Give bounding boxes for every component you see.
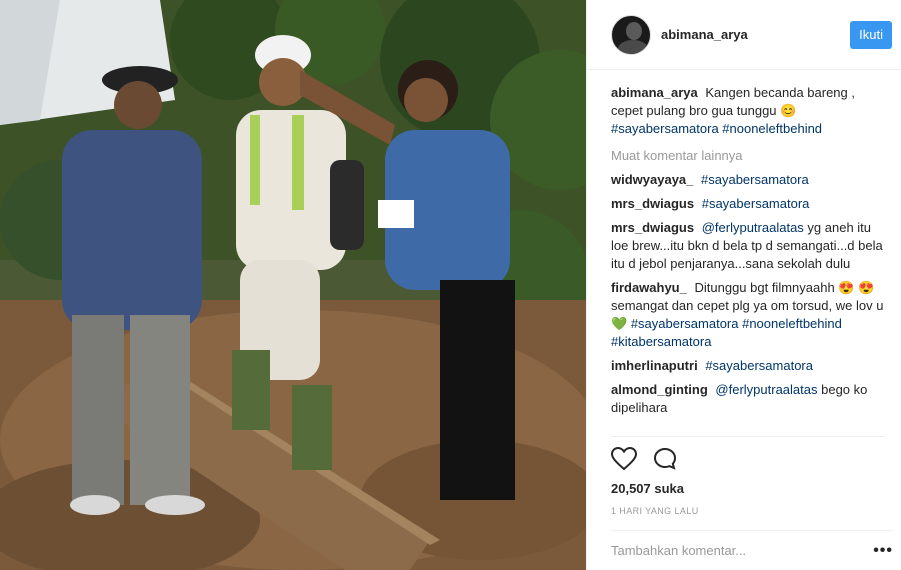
post-sidebar: abimana_arya Ikuti abimana_arya Kangen b…	[586, 0, 901, 570]
comment-hashtags[interactable]: #sayabersamatora	[702, 196, 810, 211]
follow-button[interactable]: Ikuti	[850, 20, 892, 49]
photo-illustration	[0, 0, 586, 570]
comment-item: widwyayaya_ #sayabersamatora	[611, 171, 887, 189]
comment-item: almond_ginting @ferlyputraalatas bego ko…	[611, 381, 887, 417]
comment-hashtags[interactable]: #sayabersamatora	[701, 172, 809, 187]
heart-icon[interactable]	[610, 446, 638, 476]
post-photo[interactable]	[0, 0, 586, 570]
comment-item: imherlinaputri #sayabersamatora	[611, 357, 887, 375]
comment-mention[interactable]: @ferlyputraalatas	[702, 220, 804, 235]
comment-username[interactable]: widwyayaya_	[611, 172, 693, 187]
comment-username[interactable]: mrs_dwiagus	[611, 196, 694, 211]
load-more-comments-link[interactable]: Muat komentar lainnya	[611, 148, 887, 163]
comment-username[interactable]: imherlinaputri	[611, 358, 698, 373]
comment-mention[interactable]: @ferlyputraalatas	[715, 382, 817, 397]
add-comment-input[interactable]: Tambahkan komentar...	[611, 543, 746, 558]
post-timestamp[interactable]: 1 HARI YANG LALU	[611, 506, 699, 516]
avatar[interactable]	[611, 14, 651, 55]
caption: abimana_arya Kangen becanda bareng , cep…	[611, 84, 887, 138]
comment-item: firdawahyu_ Ditunggu bgt filmnyaahh 😍 😍 …	[611, 279, 887, 351]
username-link[interactable]: abimana_arya	[661, 27, 748, 42]
comment-item: mrs_dwiagus @ferlyputraalatas yg aneh it…	[611, 219, 887, 273]
comments-section: abimana_arya Kangen becanda bareng , cep…	[587, 70, 887, 417]
comment-hashtags[interactable]: #sayabersamatora	[705, 358, 813, 373]
comment-username[interactable]: almond_ginting	[611, 382, 708, 397]
comment-hashtags[interactable]: #sayabersamatora #nooneleftbehind #kitab…	[611, 316, 842, 349]
post-actions	[610, 436, 885, 476]
comment-item: mrs_dwiagus #sayabersamatora	[611, 195, 887, 213]
post-header: abimana_arya Ikuti	[587, 0, 901, 70]
likes-count[interactable]: 20,507 suka	[611, 481, 684, 496]
comment-username[interactable]: firdawahyu_	[611, 280, 687, 295]
caption-username[interactable]: abimana_arya	[611, 85, 698, 100]
instagram-post: abimana_arya Ikuti abimana_arya Kangen b…	[0, 0, 901, 570]
more-options-icon[interactable]: •••	[873, 542, 893, 560]
comment-bubble-icon[interactable]	[653, 447, 679, 476]
add-comment-bar: Tambahkan komentar... •••	[611, 530, 893, 570]
caption-hashtags[interactable]: #sayabersamatora #nooneleftbehind	[611, 121, 822, 136]
comment-username[interactable]: mrs_dwiagus	[611, 220, 694, 235]
